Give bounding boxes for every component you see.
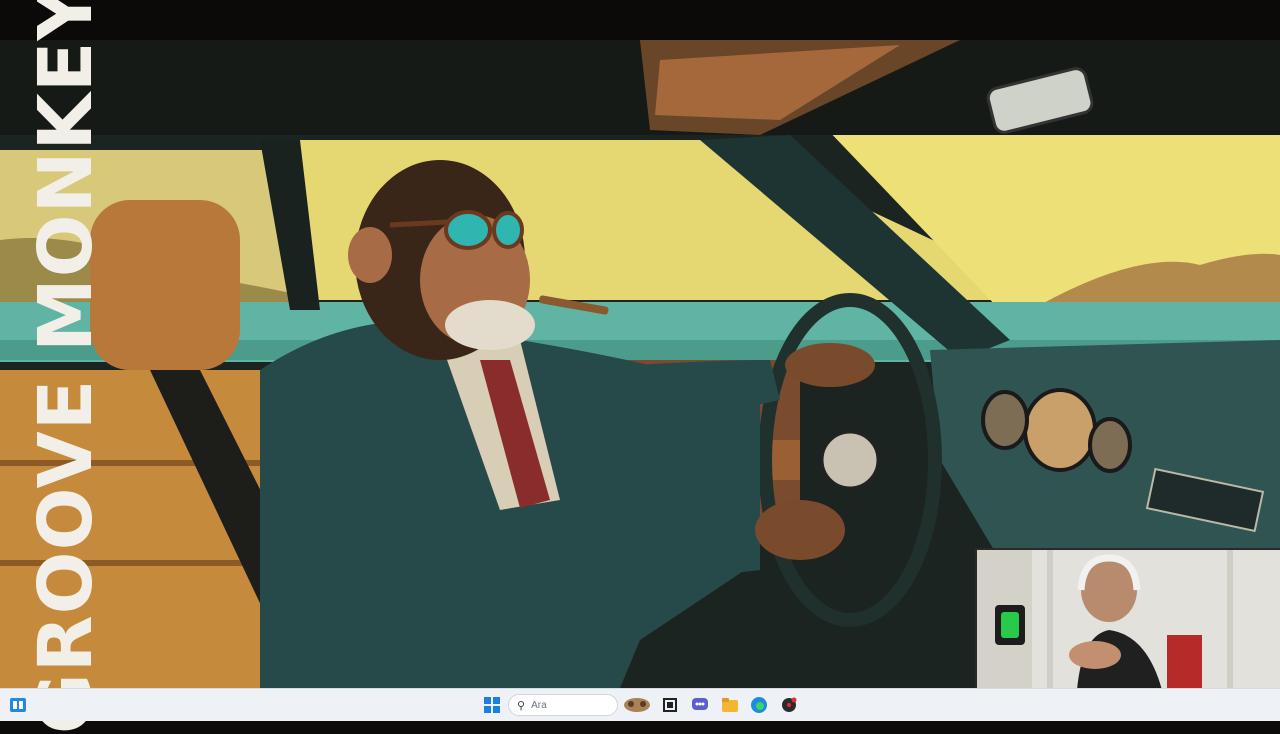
taskbar-search-box[interactable]: ⚲ Ara bbox=[508, 694, 618, 716]
search-highlight-glyph bbox=[624, 698, 650, 712]
music-glyph bbox=[782, 697, 797, 712]
file-explorer-icon[interactable] bbox=[720, 695, 740, 715]
edge-browser-icon[interactable] bbox=[749, 695, 769, 715]
webcam-overlay bbox=[975, 548, 1280, 690]
chat-icon[interactable] bbox=[690, 695, 710, 715]
search-icon: ⚲ bbox=[517, 699, 526, 712]
folder-glyph bbox=[722, 698, 738, 712]
search-highlight-icon[interactable] bbox=[622, 695, 652, 715]
windows-taskbar: ⚲ Ara bbox=[0, 688, 1280, 721]
widgets-icon[interactable] bbox=[8, 695, 28, 715]
edge-glyph bbox=[751, 697, 767, 713]
task-view-icon[interactable] bbox=[660, 695, 680, 715]
music-app-icon[interactable] bbox=[779, 695, 799, 715]
task-view-glyph bbox=[663, 698, 677, 712]
groove-monkey-title-text: GROOVE MONKEY bbox=[23, 0, 109, 734]
groove-monkey-title: GROOVE MONKEY bbox=[23, 0, 109, 734]
widgets-glyph bbox=[10, 698, 26, 712]
top-black-bar bbox=[0, 0, 1280, 40]
windows-logo bbox=[484, 697, 500, 713]
chat-glyph bbox=[692, 698, 708, 710]
webcam-person-image bbox=[977, 550, 1280, 690]
search-placeholder: Ara bbox=[531, 699, 547, 711]
windows-start-icon[interactable] bbox=[482, 695, 502, 715]
